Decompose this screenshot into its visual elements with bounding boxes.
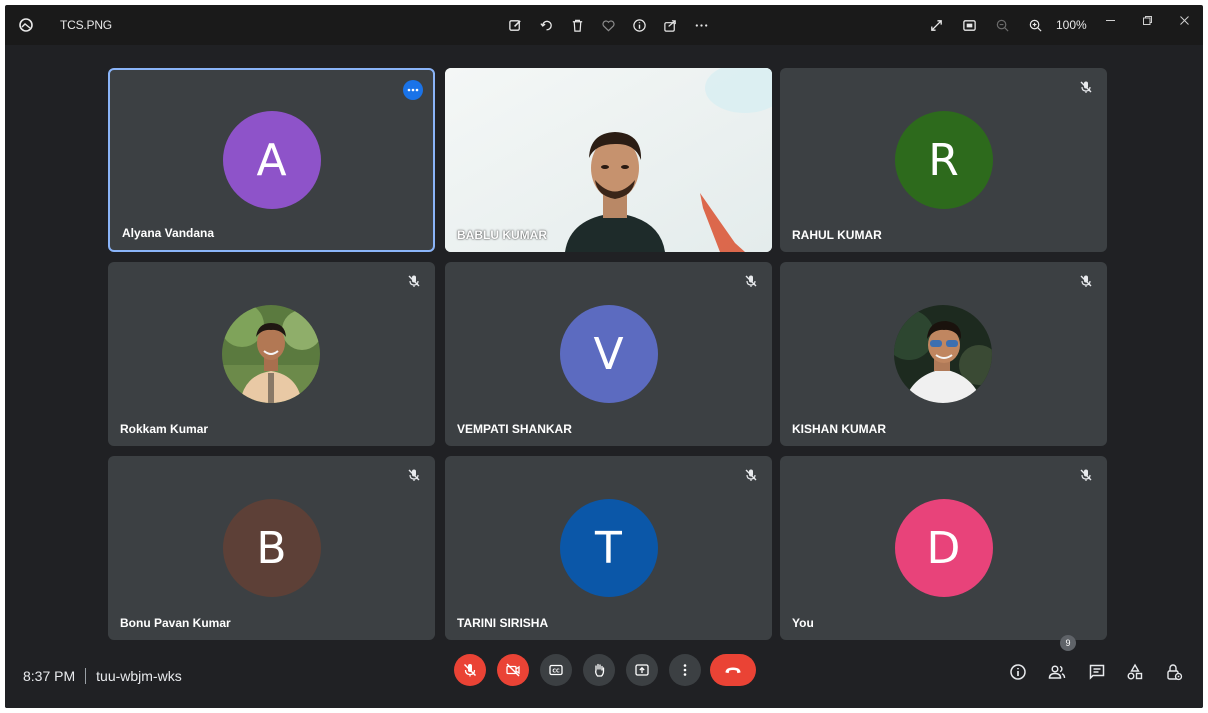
mic-muted-icon [408, 275, 420, 287]
photos-viewer-window: TCS.PNG 100% A Alyana Vandana BABLU KUMA… [5, 5, 1203, 708]
participant-name: RAHUL KUMAR [792, 228, 882, 242]
mic-muted-icon [745, 469, 757, 481]
edit-icon[interactable] [500, 15, 531, 35]
mic-muted-icon [1080, 469, 1092, 481]
viewer-titlebar: TCS.PNG 100% [5, 5, 1203, 45]
meeting-control-bar: 8:37 PM tuu-wbjm-wks CC 9 [5, 627, 1203, 707]
participant-tile[interactable]: Rokkam Kumar [108, 262, 435, 446]
rotate-icon[interactable] [531, 15, 562, 35]
minimize-icon[interactable] [1092, 5, 1129, 35]
avatar: R [894, 111, 993, 209]
meet-screenshot: A Alyana Vandana BABLU KUMAR R RAHUL KUM… [5, 45, 1203, 708]
participant-tile[interactable]: V VEMPATI SHANKAR [445, 262, 772, 446]
favorite-icon[interactable] [593, 15, 624, 35]
participant-tile[interactable]: T TARINI SIRISHA [445, 456, 772, 640]
avatar: V [559, 305, 658, 403]
zoom-in-icon[interactable] [1019, 15, 1052, 35]
camera-toggle-button[interactable] [497, 654, 529, 686]
file-name: TCS.PNG [60, 18, 112, 32]
participant-tile[interactable]: KISHAN KUMAR [780, 262, 1107, 446]
window-controls [1092, 5, 1203, 35]
participant-tile[interactable]: R RAHUL KUMAR [780, 68, 1107, 252]
people-button[interactable] [1047, 662, 1067, 682]
captions-button[interactable]: CC [540, 654, 572, 686]
mic-muted-icon [745, 275, 757, 287]
raise-hand-icon [595, 663, 605, 677]
expand-icon[interactable] [920, 15, 953, 35]
mic-toggle-button[interactable] [454, 654, 486, 686]
profile-photo [222, 305, 320, 403]
meeting-info: 8:37 PM tuu-wbjm-wks [23, 668, 182, 684]
fit-icon[interactable] [953, 15, 986, 35]
captions-icon: CC [549, 664, 563, 676]
camera-off-icon [506, 663, 520, 677]
participant-video-feed [445, 68, 772, 252]
meeting-details-button[interactable] [1008, 662, 1028, 682]
avatar: A [222, 111, 321, 209]
participant-tile[interactable]: BABLU KUMAR [445, 68, 772, 252]
share-icon[interactable] [655, 15, 686, 35]
participant-tile[interactable]: D You [780, 456, 1107, 640]
present-button[interactable] [626, 654, 658, 686]
photos-app-icon [19, 18, 33, 32]
participant-name: KISHAN KUMAR [792, 422, 886, 436]
hang-up-icon [725, 667, 741, 674]
raise-hand-button[interactable] [583, 654, 615, 686]
participant-tile[interactable]: B Bonu Pavan Kumar [108, 456, 435, 640]
mic-off-icon [463, 663, 477, 677]
meeting-details-icon [1010, 664, 1026, 680]
more-options-icon [683, 664, 687, 676]
more-options-button[interactable] [669, 654, 701, 686]
profile-photo [894, 305, 992, 403]
chat-icon [1089, 664, 1105, 680]
host-controls-icon [1167, 664, 1183, 681]
present-icon [635, 664, 649, 676]
mic-muted-icon [408, 469, 420, 481]
restore-icon[interactable] [1129, 5, 1166, 35]
participant-name: VEMPATI SHANKAR [457, 422, 572, 436]
delete-icon[interactable] [562, 15, 593, 35]
zoom-out-icon[interactable] [986, 15, 1019, 35]
chat-button[interactable] [1087, 662, 1107, 682]
host-controls-button[interactable] [1164, 662, 1184, 682]
tile-more-options-icon[interactable] [403, 80, 423, 100]
people-icon [1048, 665, 1066, 679]
mic-muted-icon [1080, 81, 1092, 93]
participant-name: BABLU KUMAR [457, 228, 547, 242]
mic-muted-icon [1080, 275, 1092, 287]
avatar: T [559, 499, 658, 597]
participant-tile[interactable]: A Alyana Vandana [108, 68, 435, 252]
info-icon[interactable] [624, 15, 655, 35]
avatar: D [894, 499, 993, 597]
avatar: B [222, 499, 321, 597]
participant-count-badge: 9 [1060, 635, 1076, 651]
close-icon[interactable] [1166, 5, 1203, 35]
divider [85, 668, 87, 684]
meeting-code: tuu-wbjm-wks [96, 668, 182, 684]
svg-text:CC: CC [552, 669, 560, 675]
activities-icon [1127, 663, 1143, 680]
more-icon[interactable] [686, 15, 717, 35]
activities-button[interactable] [1125, 662, 1145, 682]
viewer-zoom-tools: 100% [920, 15, 1106, 35]
viewer-toolbar [500, 15, 717, 35]
leave-call-button[interactable] [710, 654, 756, 686]
meeting-time: 8:37 PM [23, 668, 76, 684]
participant-name: Alyana Vandana [122, 226, 215, 240]
participant-name: Rokkam Kumar [120, 422, 209, 436]
